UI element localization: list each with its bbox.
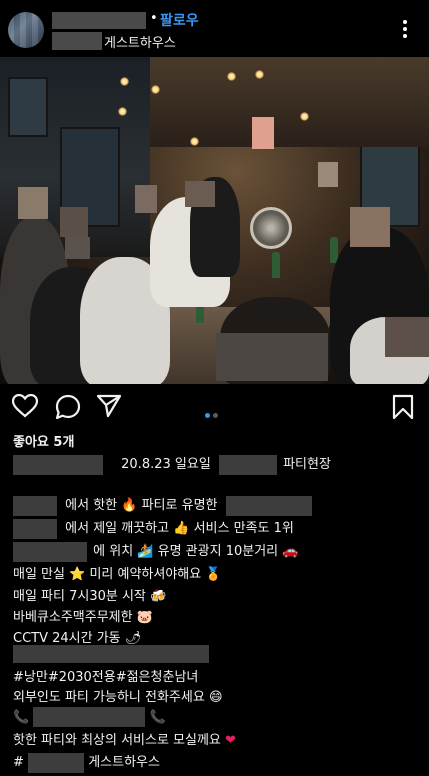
caption-line: 20.8.23 일요일 파티현장	[13, 453, 331, 475]
caption-line: CCTV 24시간 가동 🌶	[13, 627, 141, 646]
star-icon: ⭐	[69, 567, 86, 582]
caption-text: 파티현장	[283, 457, 331, 472]
caption-text: 핫한 파티와 최상의 서비스로 모실께요	[13, 733, 221, 748]
hashtag-prefix: #	[13, 755, 24, 770]
post-header: • 팔로우 게스트하우스	[0, 0, 429, 56]
heart-outline-icon[interactable]	[12, 394, 38, 418]
carousel-indicator	[205, 403, 221, 422]
caption-text: 매일 파티 7시30분 시작	[13, 589, 146, 604]
avatar[interactable]	[8, 12, 44, 48]
phone-icon: 📞	[149, 709, 166, 725]
heart-icon: ❤	[225, 733, 236, 748]
redacted-block	[218, 454, 277, 475]
caption-text: 서비스 만족도 1위	[193, 521, 294, 536]
caption-line: 매일 파티 7시30분 시작 🍻	[13, 585, 166, 604]
caption-line: 에 위치 🏄 유명 관광지 10분거리 🚗	[13, 540, 298, 562]
redacted-block	[13, 495, 57, 516]
paper-plane-icon[interactable]	[96, 394, 122, 418]
caption-line: 📞 📞	[13, 707, 166, 727]
carousel-dot-active	[205, 413, 210, 418]
caption-text: 미리 예약하셔야해요	[89, 567, 202, 582]
redacted-block	[28, 752, 85, 773]
caption-line: 외부인도 파티 가능하니 전화주세요 😄	[13, 686, 223, 705]
more-vertical-icon[interactable]	[398, 20, 412, 40]
pig-icon: 🐷	[136, 610, 153, 625]
separator-dot: •	[150, 11, 158, 26]
redacted-block	[13, 541, 87, 562]
redacted-phone	[33, 707, 146, 727]
redacted-block	[13, 454, 103, 475]
likes-count[interactable]: 좋아요 5개	[13, 431, 74, 450]
caption-text: 에 위치	[93, 544, 134, 559]
caption-date: 20.8.23 일요일	[121, 457, 211, 472]
caption-text: CCTV 24시간 가동	[13, 631, 121, 646]
bookmark-icon[interactable]	[392, 394, 414, 420]
caption-text: 바베큐소주맥주무제한	[13, 610, 133, 625]
caption-line	[13, 645, 209, 663]
medal-icon: 🏅	[205, 567, 222, 582]
follow-button[interactable]: 팔로우	[160, 10, 199, 30]
location-label[interactable]: 게스트하우스	[104, 32, 176, 51]
caption-line[interactable]: # 게스트하우스	[13, 751, 160, 773]
caption-line: 핫한 파티와 최상의 서비스로 모실께요 ❤	[13, 729, 236, 748]
caption-text: 유명 관광지 10분거리	[157, 544, 279, 559]
redacted-block	[225, 495, 312, 516]
post-photo[interactable]	[0, 57, 429, 384]
caption-line: 매일 만실 ⭐ 미리 예약하셔야해요 🏅	[13, 563, 222, 582]
caption-line: 에서 제일 깨끗하고 👍 서비스 만족도 1위	[13, 517, 294, 539]
smile-icon: 😄	[208, 690, 223, 705]
caption-text: 게스트하우스	[88, 755, 160, 770]
fire-icon: 🔥	[121, 498, 138, 513]
caption-text: 매일 만실	[13, 567, 65, 582]
surfer-icon: 🏄	[137, 544, 154, 559]
redacted-block	[13, 518, 57, 539]
thumbs-up-icon: 👍	[173, 521, 190, 536]
caption-text: 에서 핫한	[65, 498, 118, 513]
caption-text: 파티로 유명한	[141, 498, 218, 513]
car-icon: 🚗	[282, 544, 299, 559]
caption-text: 외부인도 파티 가능하니 전화주세요	[13, 690, 205, 705]
hashtags[interactable]: #낭만#2030전용#젊은청춘남녀	[13, 666, 198, 685]
beer-icon: 🍻	[150, 589, 167, 604]
location-redacted[interactable]	[52, 32, 102, 50]
phone-icon: 📞	[13, 709, 30, 725]
redacted-block	[13, 645, 209, 663]
caption-text: 에서 제일 깨끗하고	[65, 521, 170, 536]
carousel-dot	[213, 413, 218, 418]
caption-line: 바베큐소주맥주무제한 🐷	[13, 606, 153, 625]
caption-line: 에서 핫한 🔥 파티로 유명한	[13, 494, 312, 516]
comment-icon[interactable]	[55, 394, 81, 420]
username-redacted[interactable]	[52, 12, 146, 29]
pepper-icon: 🌶	[124, 631, 142, 646]
